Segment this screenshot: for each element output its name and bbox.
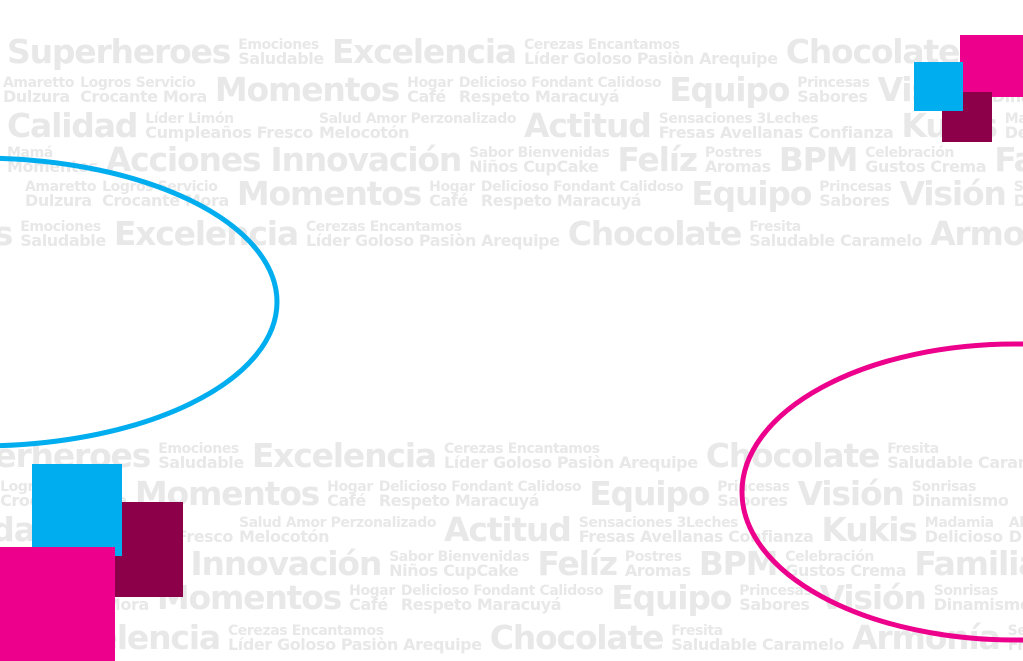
blue-square-bottom bbox=[32, 464, 122, 556]
blue-square-top bbox=[914, 62, 963, 111]
blue-arc bbox=[0, 155, 280, 449]
pink-arc bbox=[739, 341, 1023, 643]
pink-square-top bbox=[960, 35, 1023, 97]
pink-square-bottom bbox=[0, 547, 115, 661]
